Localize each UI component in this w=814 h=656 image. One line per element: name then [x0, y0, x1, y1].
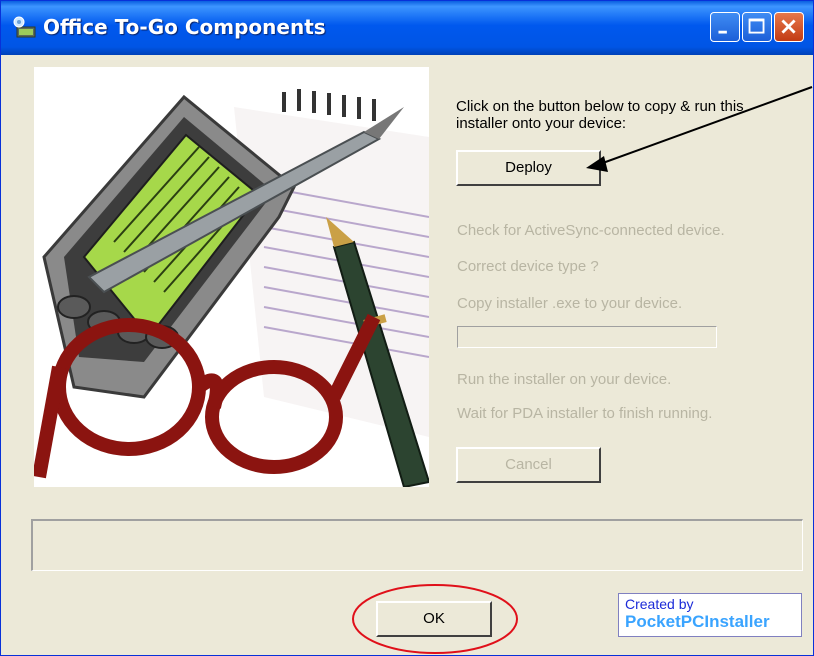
- installer-window: Office To-Go Components Click on the but…: [0, 0, 814, 656]
- copy-progress-bar: [457, 326, 717, 348]
- ok-button[interactable]: OK: [376, 601, 492, 637]
- close-icon: [781, 19, 796, 34]
- minimize-icon: [718, 30, 727, 34]
- window-title: Office To-Go Components: [43, 15, 326, 39]
- app-icon[interactable]: [11, 15, 37, 39]
- step-copy-installer: Copy installer .exe to your device.: [457, 295, 683, 312]
- minimize-button[interactable]: [710, 12, 740, 42]
- maximize-icon: [748, 18, 765, 34]
- step-wait-installer: Wait for PDA installer to finish running…: [457, 405, 713, 422]
- step-run-installer: Run the installer on your device.: [457, 371, 672, 388]
- credit-line2: PocketPCInstaller: [625, 612, 770, 631]
- instruction-text: Click on the button below to copy & run …: [456, 98, 744, 132]
- deploy-button[interactable]: Deploy: [456, 150, 601, 186]
- pda-glasses-pen-illustration: [34, 67, 429, 487]
- credit-box[interactable]: Created by PocketPCInstaller: [618, 593, 802, 637]
- title-bar[interactable]: Office To-Go Components: [1, 1, 813, 55]
- cancel-button[interactable]: Cancel: [456, 447, 601, 483]
- credit-line1: Created by: [625, 596, 694, 612]
- step-device-type: Correct device type ?: [457, 258, 599, 275]
- maximize-button[interactable]: [742, 12, 772, 42]
- status-message-box: [31, 519, 803, 571]
- step-check-activesync: Check for ActiveSync-connected device.: [457, 222, 725, 239]
- close-button[interactable]: [774, 12, 804, 42]
